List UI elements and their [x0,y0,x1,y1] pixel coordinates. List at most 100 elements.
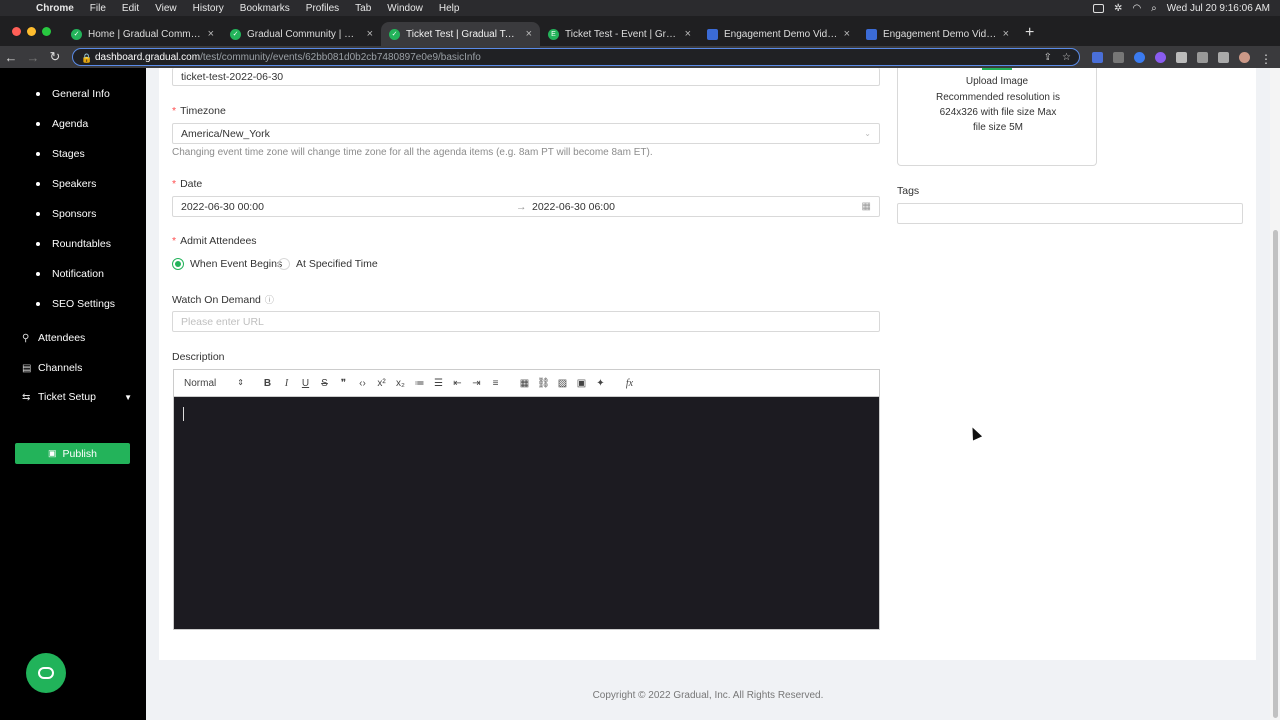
bullet-icon [36,152,40,156]
bold-icon[interactable]: B [258,378,277,389]
menu-file[interactable]: File [82,3,114,14]
share-icon[interactable]: ⇪ [1044,52,1052,63]
sidepanel-icon[interactable] [1218,51,1229,63]
ordered-list-icon[interactable]: ≔ [410,378,429,389]
video-icon[interactable]: ▣ [572,378,591,389]
publish-button[interactable]: ▣ Publish [15,443,130,464]
browser-tab[interactable]: ✓ Gradual Community | Gradual Te × [222,22,381,46]
search-icon[interactable]: ⌕ [1151,3,1157,14]
strike-icon[interactable]: S [315,378,334,389]
maximize-window-icon[interactable] [42,27,51,36]
menu-profiles[interactable]: Profiles [298,3,347,14]
browser-tab-active[interactable]: ✓ Ticket Test | Gradual Test | Gra × [381,22,540,46]
tags-input[interactable] [897,203,1243,224]
menu-history[interactable]: History [185,3,232,14]
outdent-icon[interactable]: ⇤ [448,378,467,389]
close-tab-icon[interactable]: × [526,28,532,40]
menu-view[interactable]: View [147,3,185,14]
address-bar[interactable]: 🔒 dashboard.gradual.com /test/community/… [72,48,1080,66]
browser-tab[interactable]: ✓ Home | Gradual Community × [63,22,222,46]
menu-edit[interactable]: Edit [114,3,147,14]
sidebar-item-stages[interactable]: Stages [36,148,85,160]
chat-support-button[interactable] [26,653,66,693]
browser-tab[interactable]: E Ticket Test - Event | Gradual Te × [540,22,699,46]
close-tab-icon[interactable]: × [208,28,214,40]
link-icon[interactable]: ⛓ [534,378,553,389]
slug-input[interactable]: ticket-test-2022-06-30 [172,68,880,86]
avatar[interactable] [1239,51,1250,63]
help-circle-icon[interactable]: ⓘ [265,295,274,305]
radio-when-event-begins[interactable]: When Event Begins [172,258,282,270]
close-tab-icon[interactable]: × [844,28,850,40]
close-tab-icon[interactable]: × [1003,28,1009,40]
bullet-list-icon[interactable]: ☰ [429,378,448,389]
sidebar-item-label: Speakers [52,178,97,190]
close-tab-icon[interactable]: × [367,28,373,40]
date-end[interactable]: 2022-06-30 06:00 [532,201,615,213]
superscript-icon[interactable]: x² [372,378,391,389]
reload-icon[interactable]: ↻ [44,49,66,65]
timezone-select[interactable]: America/New_York ⌄ [172,123,880,144]
minimize-window-icon[interactable] [27,27,36,36]
date-start[interactable]: 2022-06-30 00:00 [181,201,516,213]
screen-record-icon[interactable] [1093,3,1105,13]
menu-bookmarks[interactable]: Bookmarks [232,3,298,14]
page-scrollbar[interactable] [1270,68,1280,720]
description-editor[interactable] [173,396,880,630]
sidebar-item-speakers[interactable]: Speakers [36,178,96,190]
bookmark-star-icon[interactable]: ☆ [1062,52,1071,63]
underline-icon[interactable]: U [296,378,315,389]
close-window-icon[interactable] [12,27,21,36]
back-icon[interactable]: ← [0,50,22,65]
sidebar-item-agenda[interactable]: Agenda [36,118,88,130]
browser-tab[interactable]: Engagement Demo Video - gra × [858,22,1017,46]
italic-icon[interactable]: I [277,378,296,389]
url-host: dashboard.gradual.com [95,51,201,63]
menu-window[interactable]: Window [379,3,431,14]
browser-tab[interactable]: Engagement Demo Video - gra × [699,22,858,46]
extension-icon[interactable] [1113,51,1124,63]
scrollbar-thumb[interactable] [1273,230,1278,718]
sidebar-item-channels[interactable]: ▤ Channels [22,362,132,374]
align-icon[interactable]: ≡ [486,378,505,389]
code-icon[interactable]: ‹› [353,378,372,389]
table-icon[interactable]: ▦ [515,378,534,389]
formula-icon[interactable]: fx [620,378,639,389]
extension-icon[interactable] [1134,51,1145,63]
sidebar-item-seo-settings[interactable]: SEO Settings [36,298,115,310]
reading-list-icon[interactable] [1197,51,1208,63]
blockquote-icon[interactable]: ❞ [334,378,353,389]
kebab-menu-icon[interactable]: ⋮ [1260,52,1272,66]
forward-icon[interactable]: → [22,50,44,65]
new-tab-icon[interactable]: + [1017,24,1044,46]
close-tab-icon[interactable]: × [685,28,691,40]
extension-icon[interactable] [1155,51,1166,63]
twitter-icon[interactable]: ✦ [591,378,610,389]
image-icon[interactable]: ▨ [553,378,572,389]
image-upload[interactable]: Upload Image Recommended resolution is 6… [897,68,1097,166]
watch-url-input[interactable]: Please enter URL [172,311,880,332]
sidebar-item-sponsors[interactable]: Sponsors [36,208,96,220]
sidebar-item-ticket-setup[interactable]: ⇆ Ticket Setup ▼ [22,391,132,403]
indent-icon[interactable]: ⇥ [467,378,486,389]
date-range-picker[interactable]: 2022-06-30 00:00 → 2022-06-30 06:00 ▦ [172,196,880,217]
tab-title: Home | Gradual Community [88,28,202,40]
radio-at-specified-time[interactable]: At Specified Time [278,258,378,270]
timezone-value: America/New_York [181,127,270,140]
extension-icon[interactable] [1092,51,1103,63]
extensions: ⋮ [1092,51,1272,66]
format-select[interactable]: Normal ⇕ [184,378,244,389]
wifi-icon[interactable]: ◠ [1132,3,1141,14]
menu-tab[interactable]: Tab [347,3,379,14]
puzzle-icon[interactable] [1176,51,1187,63]
sidebar-item-notification[interactable]: Notification [36,268,104,280]
sidebar-item-roundtables[interactable]: Roundtables [36,238,111,250]
sidebar-item-attendees[interactable]: ⚲ Attendees [22,332,132,344]
menu-app-name[interactable]: Chrome [28,3,82,14]
menubar-clock[interactable]: Wed Jul 20 9:16:06 AM [1167,3,1270,14]
subscript-icon[interactable]: x₂ [391,378,410,389]
sidebar-item-general-info[interactable]: General Info [36,88,110,100]
menu-help[interactable]: Help [431,3,468,14]
channel-icon: ▤ [22,362,32,374]
settings-icon[interactable]: ✲ [1114,3,1122,14]
